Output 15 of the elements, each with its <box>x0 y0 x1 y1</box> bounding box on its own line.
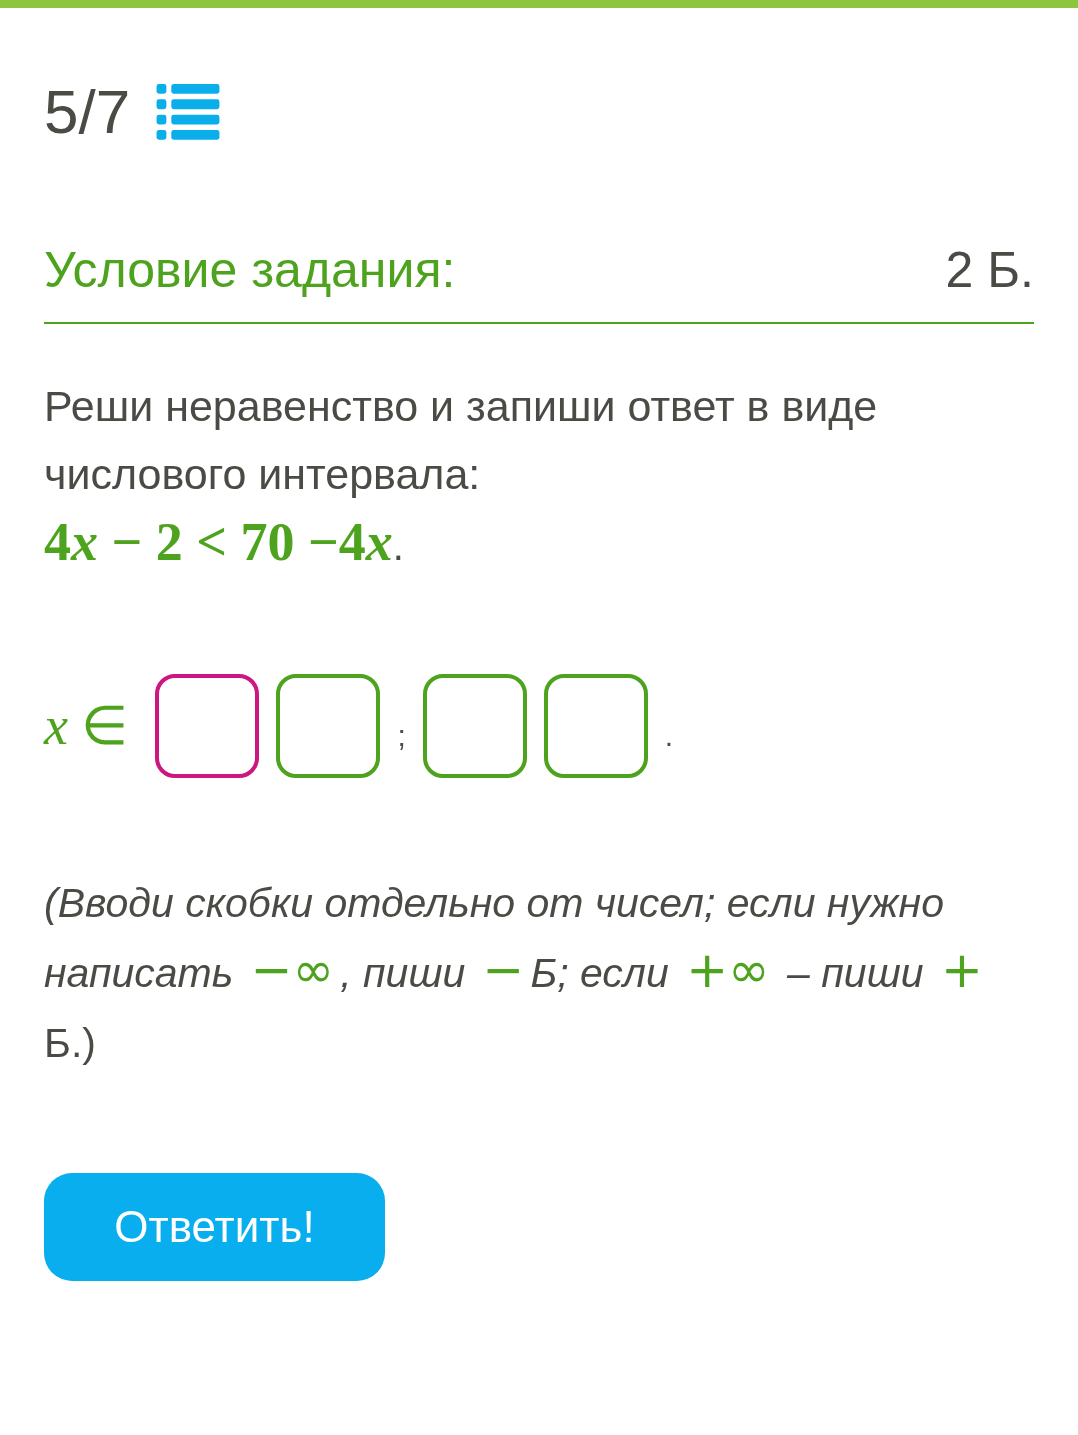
answer-box[interactable] <box>276 674 381 778</box>
submit-button[interactable]: Ответить! <box>44 1173 385 1281</box>
inequality-formula: 4x − 2 < 70 −4x. <box>44 511 405 574</box>
hint-text: (Вводи скобки отдельно от чисел; если нужно написать −∞, пиши −Б; если +∞ – пиши + Б.) <box>44 879 984 1068</box>
task-heading: Условие задания: <box>44 241 456 300</box>
list-icon[interactable] <box>156 83 221 141</box>
task-counter: 5/7 <box>44 80 131 144</box>
separator-text: ; <box>397 721 406 751</box>
answer-box[interactable] <box>543 674 648 778</box>
math-label: x ∈ <box>44 695 129 758</box>
answer-box[interactable] <box>155 674 260 778</box>
separator-text: . <box>664 721 674 751</box>
instruction-text: Реши неравенство и запиши ответ в виде числового интервала: <box>44 381 879 500</box>
points-label: 2 Б. <box>945 241 1034 300</box>
answer-box[interactable] <box>422 674 527 778</box>
